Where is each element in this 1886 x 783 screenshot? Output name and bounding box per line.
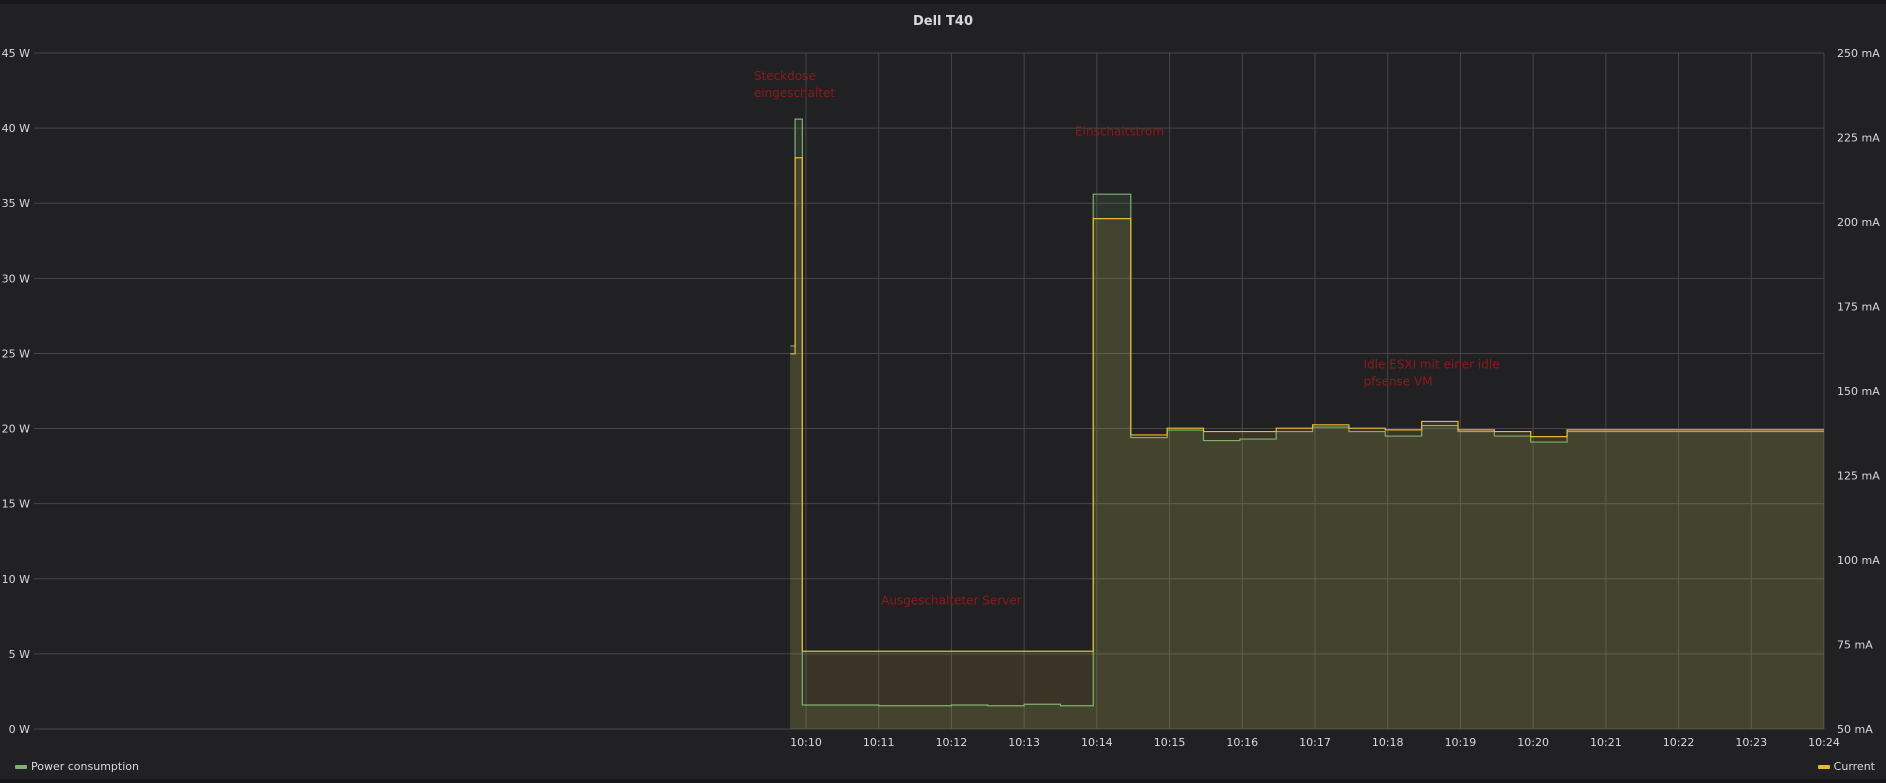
x-tick-label: 10:21 (1590, 736, 1622, 749)
y-right-tick-label: 200 mA (1837, 216, 1880, 229)
legend-swatch-power (15, 764, 27, 769)
x-tick-label: 10:12 (936, 736, 968, 749)
annotation-label: Steckdose eingeschaltet (754, 69, 836, 100)
x-tick-label: 10:15 (1154, 736, 1186, 749)
legend-swatch-current (1817, 764, 1830, 769)
y-left-tick-label: 5 W (9, 648, 30, 661)
x-tick-label: 10:11 (863, 736, 895, 749)
y-left-tick-label: 25 W (2, 347, 30, 360)
x-tick-label: 10:22 (1663, 736, 1695, 749)
y-left-tick-label: 10 W (2, 573, 30, 586)
series-fills (790, 119, 1824, 729)
legend-label-power: Power consumption (31, 760, 139, 773)
y-right-tick-label: 100 mA (1837, 554, 1880, 567)
y-left-tick-label: 20 W (2, 423, 30, 436)
y-right-tick-label: 175 mA (1837, 301, 1880, 314)
y-right-tick-label: 50 mA (1837, 723, 1873, 736)
y-right-tick-label: 250 mA (1837, 47, 1880, 60)
x-tick-label: 10:20 (1517, 736, 1549, 749)
annotation-label: Ausgeschalteter Server (881, 593, 1022, 607)
legend-label-current: Current (1833, 760, 1875, 773)
y-left-tick-label: 30 W (2, 272, 30, 285)
y-right-tick-label: 75 mA (1837, 639, 1873, 652)
x-axis: 10:10 10:11 10:12 10:13 10:14 10:15 10:16 10:17… (790, 736, 1840, 749)
x-tick-label: 10:10 (790, 736, 822, 749)
annotation-label: Einschaltstrom (1075, 125, 1164, 139)
chart-canvas[interactable]: 0 W 5 W 10 W 15 W 20 W 25 W 30 W 35 W 40 W 45 W 5… (0, 4, 1886, 783)
y-axis-left: 0 W 5 W 10 W 15 W 20 W 25 W 30 W 35 W 40 W 45 W (2, 47, 30, 736)
x-tick-label: 10:18 (1372, 736, 1404, 749)
legend-item-current[interactable]: Current (1817, 760, 1875, 773)
legend-item-power[interactable]: Power consumption (15, 760, 139, 773)
y-left-tick-label: 15 W (2, 498, 30, 511)
y-axis-right: 50 mA 75 mA 100 mA 125 mA 150 mA 175 mA 200 mA… (1837, 47, 1880, 736)
x-tick-label: 10:23 (1735, 736, 1767, 749)
graph-panel: Dell T40 0 W5 W 10 W 15 W 20 W 25 W 30 W 35 W4… (0, 0, 1886, 779)
y-left-tick-label: 40 W (2, 122, 30, 135)
y-left-tick-label: 35 W (2, 197, 30, 210)
annotation-label: Idle ESXI mit einer idle pfsense VM (1363, 357, 1499, 388)
x-tick-label: 10:13 (1008, 736, 1040, 749)
y-right-tick-label: 225 mA (1837, 132, 1880, 145)
y-right-tick-label: 125 mA (1837, 470, 1880, 483)
y-right-tick-label: 150 mA (1837, 385, 1880, 398)
x-tick-label: 10:24 (1808, 736, 1840, 749)
x-tick-label: 10:16 (1226, 736, 1258, 749)
y-left-tick-label: 45 W (2, 47, 30, 60)
x-tick-label: 10:14 (1081, 736, 1113, 749)
y-left-tick-label: 0 W (9, 723, 30, 736)
series-fill-current (790, 157, 1824, 729)
x-tick-label: 10:17 (1299, 736, 1331, 749)
x-tick-label: 10:19 (1445, 736, 1477, 749)
